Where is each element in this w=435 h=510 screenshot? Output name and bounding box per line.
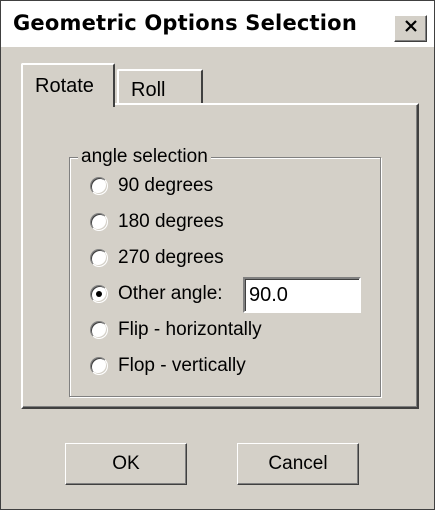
radio-label: Flop - vertically	[118, 355, 246, 376]
radio-button[interactable]	[90, 321, 108, 339]
dialog-client: Rotate Roll angle selection 90 degrees 1…	[7, 47, 428, 505]
radio-other-angle[interactable]: Other angle:	[90, 280, 223, 308]
tab-rotate-label: Rotate	[35, 75, 94, 97]
ok-button-label: OK	[112, 453, 140, 474]
radio-270-degrees[interactable]: 270 degrees	[90, 244, 224, 272]
radio-label: Other angle:	[118, 283, 223, 304]
radio-button[interactable]	[90, 249, 108, 267]
cancel-button-label: Cancel	[268, 453, 328, 474]
window-title: Geometric Options Selection	[13, 11, 357, 35]
tab-rotate[interactable]: Rotate	[21, 63, 115, 107]
tab-panel-rotate: angle selection 90 degrees 180 degrees 2…	[21, 103, 419, 409]
radio-label: 270 degrees	[118, 247, 224, 268]
radio-flop-vertically[interactable]: Flop - vertically	[90, 352, 246, 380]
title-bar: Geometric Options Selection	[1, 1, 434, 47]
close-icon	[404, 19, 418, 38]
radio-label: Flip - horizontally	[118, 319, 262, 340]
close-button[interactable]	[394, 15, 427, 42]
group-title: angle selection	[78, 146, 211, 168]
radio-button[interactable]	[90, 213, 108, 231]
cancel-button[interactable]: Cancel	[237, 443, 359, 485]
radio-label: 180 degrees	[118, 211, 224, 232]
radio-button[interactable]	[90, 177, 108, 195]
radio-90-degrees[interactable]: 90 degrees	[90, 172, 213, 200]
radio-label: 90 degrees	[118, 175, 214, 196]
radio-button[interactable]	[90, 357, 108, 375]
ok-button[interactable]: OK	[65, 443, 187, 485]
dialog-window: Geometric Options Selection Rotate Roll …	[0, 0, 435, 510]
radio-flip-horizontally[interactable]: Flip - horizontally	[90, 316, 262, 344]
tab-roll[interactable]: Roll	[117, 69, 203, 103]
tab-roll-label: Roll	[131, 79, 166, 101]
radio-180-degrees[interactable]: 180 degrees	[90, 208, 224, 236]
other-angle-input[interactable]: 90.0	[243, 277, 361, 313]
radio-button-checked[interactable]	[90, 285, 108, 303]
